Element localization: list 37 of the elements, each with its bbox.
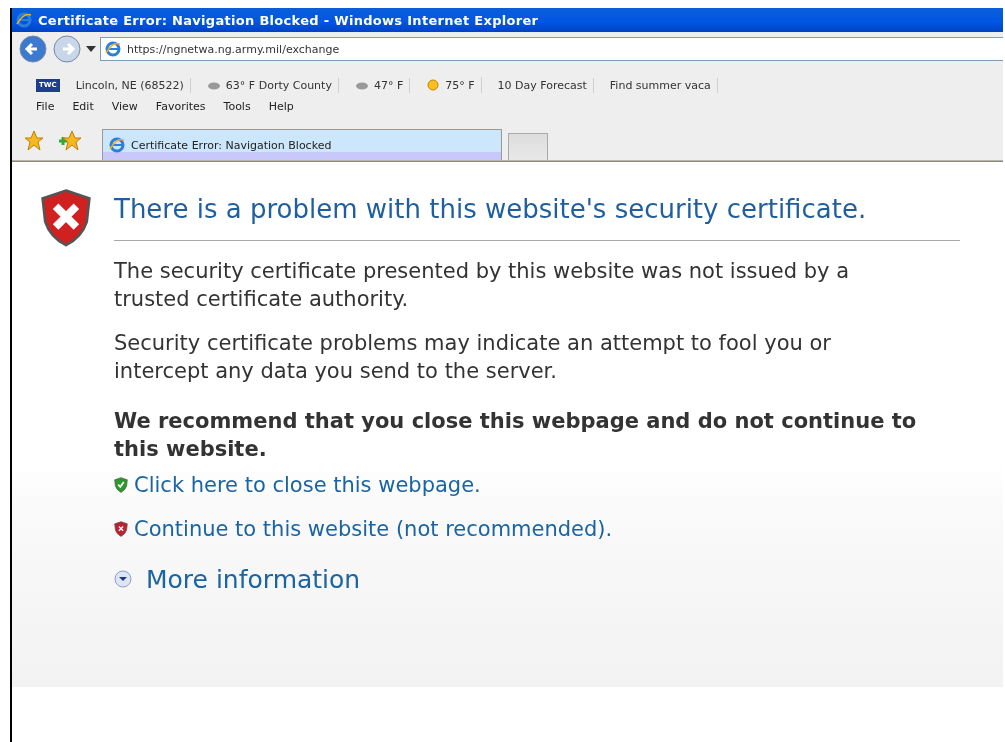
- browser-tab[interactable]: Certificate Error: Navigation Blocked: [102, 129, 502, 160]
- menu-item[interactable]: File: [36, 99, 55, 113]
- action-link[interactable]: Continue to this website (not recommended).: [134, 517, 613, 541]
- menu-item[interactable]: Favorites: [155, 99, 206, 113]
- toolbar-link[interactable]: Lincoln, NE (68522): [69, 77, 191, 93]
- toolbar-link[interactable]: 63° F Dorty County: [200, 77, 339, 93]
- menu-item[interactable]: Help: [268, 99, 294, 113]
- sun-icon: [426, 78, 441, 92]
- action-link[interactable]: Click here to close this webpage.: [134, 473, 481, 497]
- add-favorite-icon[interactable]: [58, 130, 82, 152]
- more-information-link[interactable]: More information: [146, 564, 361, 594]
- cloud-icon: [354, 80, 369, 90]
- check-shield-icon: [114, 476, 128, 494]
- address-field[interactable]: https://ngnetwa.ng.army.mil/exchange: [100, 37, 1003, 61]
- toolbar-link[interactable]: 10 Day Forecast: [491, 77, 594, 93]
- new-tab-button[interactable]: [508, 133, 548, 160]
- toolbar-link[interactable]: 47° F: [348, 77, 411, 93]
- browser-logo-icon: [105, 41, 121, 57]
- x-shield-icon: [114, 520, 128, 538]
- menu-item[interactable]: View: [111, 99, 138, 113]
- expand-icon[interactable]: [114, 570, 132, 588]
- paragraph: Security certificate problems may indicate an attempt to fool you or intercept any data you send to the server.: [114, 330, 832, 385]
- toolbar-link[interactable]: Find summer vaca: [603, 77, 718, 93]
- back-button[interactable]: [18, 34, 48, 64]
- browser-logo-icon: [109, 137, 125, 153]
- menu-item[interactable]: Tools: [223, 99, 251, 113]
- toolbar-link[interactable]: 75° F: [420, 77, 482, 93]
- browser-logo-icon: [16, 12, 32, 28]
- menu-item[interactable]: Edit: [72, 99, 94, 113]
- paragraph: The security certificate presented by this website was not issued by a trusted certificate authority.: [114, 258, 851, 313]
- url-text: https://ngnetwa.ng.army.mil/exchange: [127, 42, 340, 56]
- window-title: Certificate Error: Navigation Blocked - Windows Internet Explorer: [38, 12, 539, 28]
- dropdown-caret-icon[interactable]: [86, 46, 96, 52]
- error-heading: There is a problem with this website's security certificate.: [114, 188, 960, 241]
- error-shield-icon: [40, 188, 92, 248]
- recommendation-text: We recommend that you close this webpage and do not continue to this website.: [114, 408, 918, 463]
- cloud-icon: [206, 80, 221, 90]
